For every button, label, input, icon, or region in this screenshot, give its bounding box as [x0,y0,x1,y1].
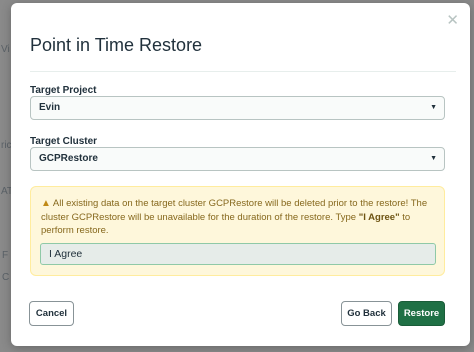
cancel-button[interactable]: Cancel [29,301,74,326]
restore-button[interactable]: Restore [398,301,445,326]
warning-icon: ▲ [41,198,51,209]
background-text-fragment: ric [1,140,12,151]
modal-title: Point in Time Restore [30,35,203,55]
warning-emphasis: "I Agree" [358,211,400,223]
close-icon[interactable]: ✕ [446,13,459,28]
warning-banner: ▲ All existing data on the target cluster… [30,186,445,276]
target-cluster-value: GCPRestore [39,153,98,164]
target-project-select[interactable]: Evin ▼ [30,96,445,120]
chevron-down-icon: ▼ [430,104,437,111]
go-back-button[interactable]: Go Back [341,301,392,326]
target-project-value: Evin [39,102,61,113]
background-text-fragment: C [2,272,10,283]
background-text-fragment: Vi [1,44,10,55]
background-text-fragment: F [2,250,9,261]
target-cluster-select[interactable]: GCPRestore ▼ [30,147,445,171]
chevron-down-icon: ▼ [430,155,437,162]
target-project-label: Target Project [30,85,97,96]
target-cluster-label: Target Cluster [30,136,98,147]
restore-modal: ✕ Point in Time Restore Target Project E… [11,3,470,346]
warning-message: ▲ All existing data on the target cluster… [41,197,437,238]
title-divider [30,71,456,72]
confirm-agree-input[interactable] [40,243,436,265]
